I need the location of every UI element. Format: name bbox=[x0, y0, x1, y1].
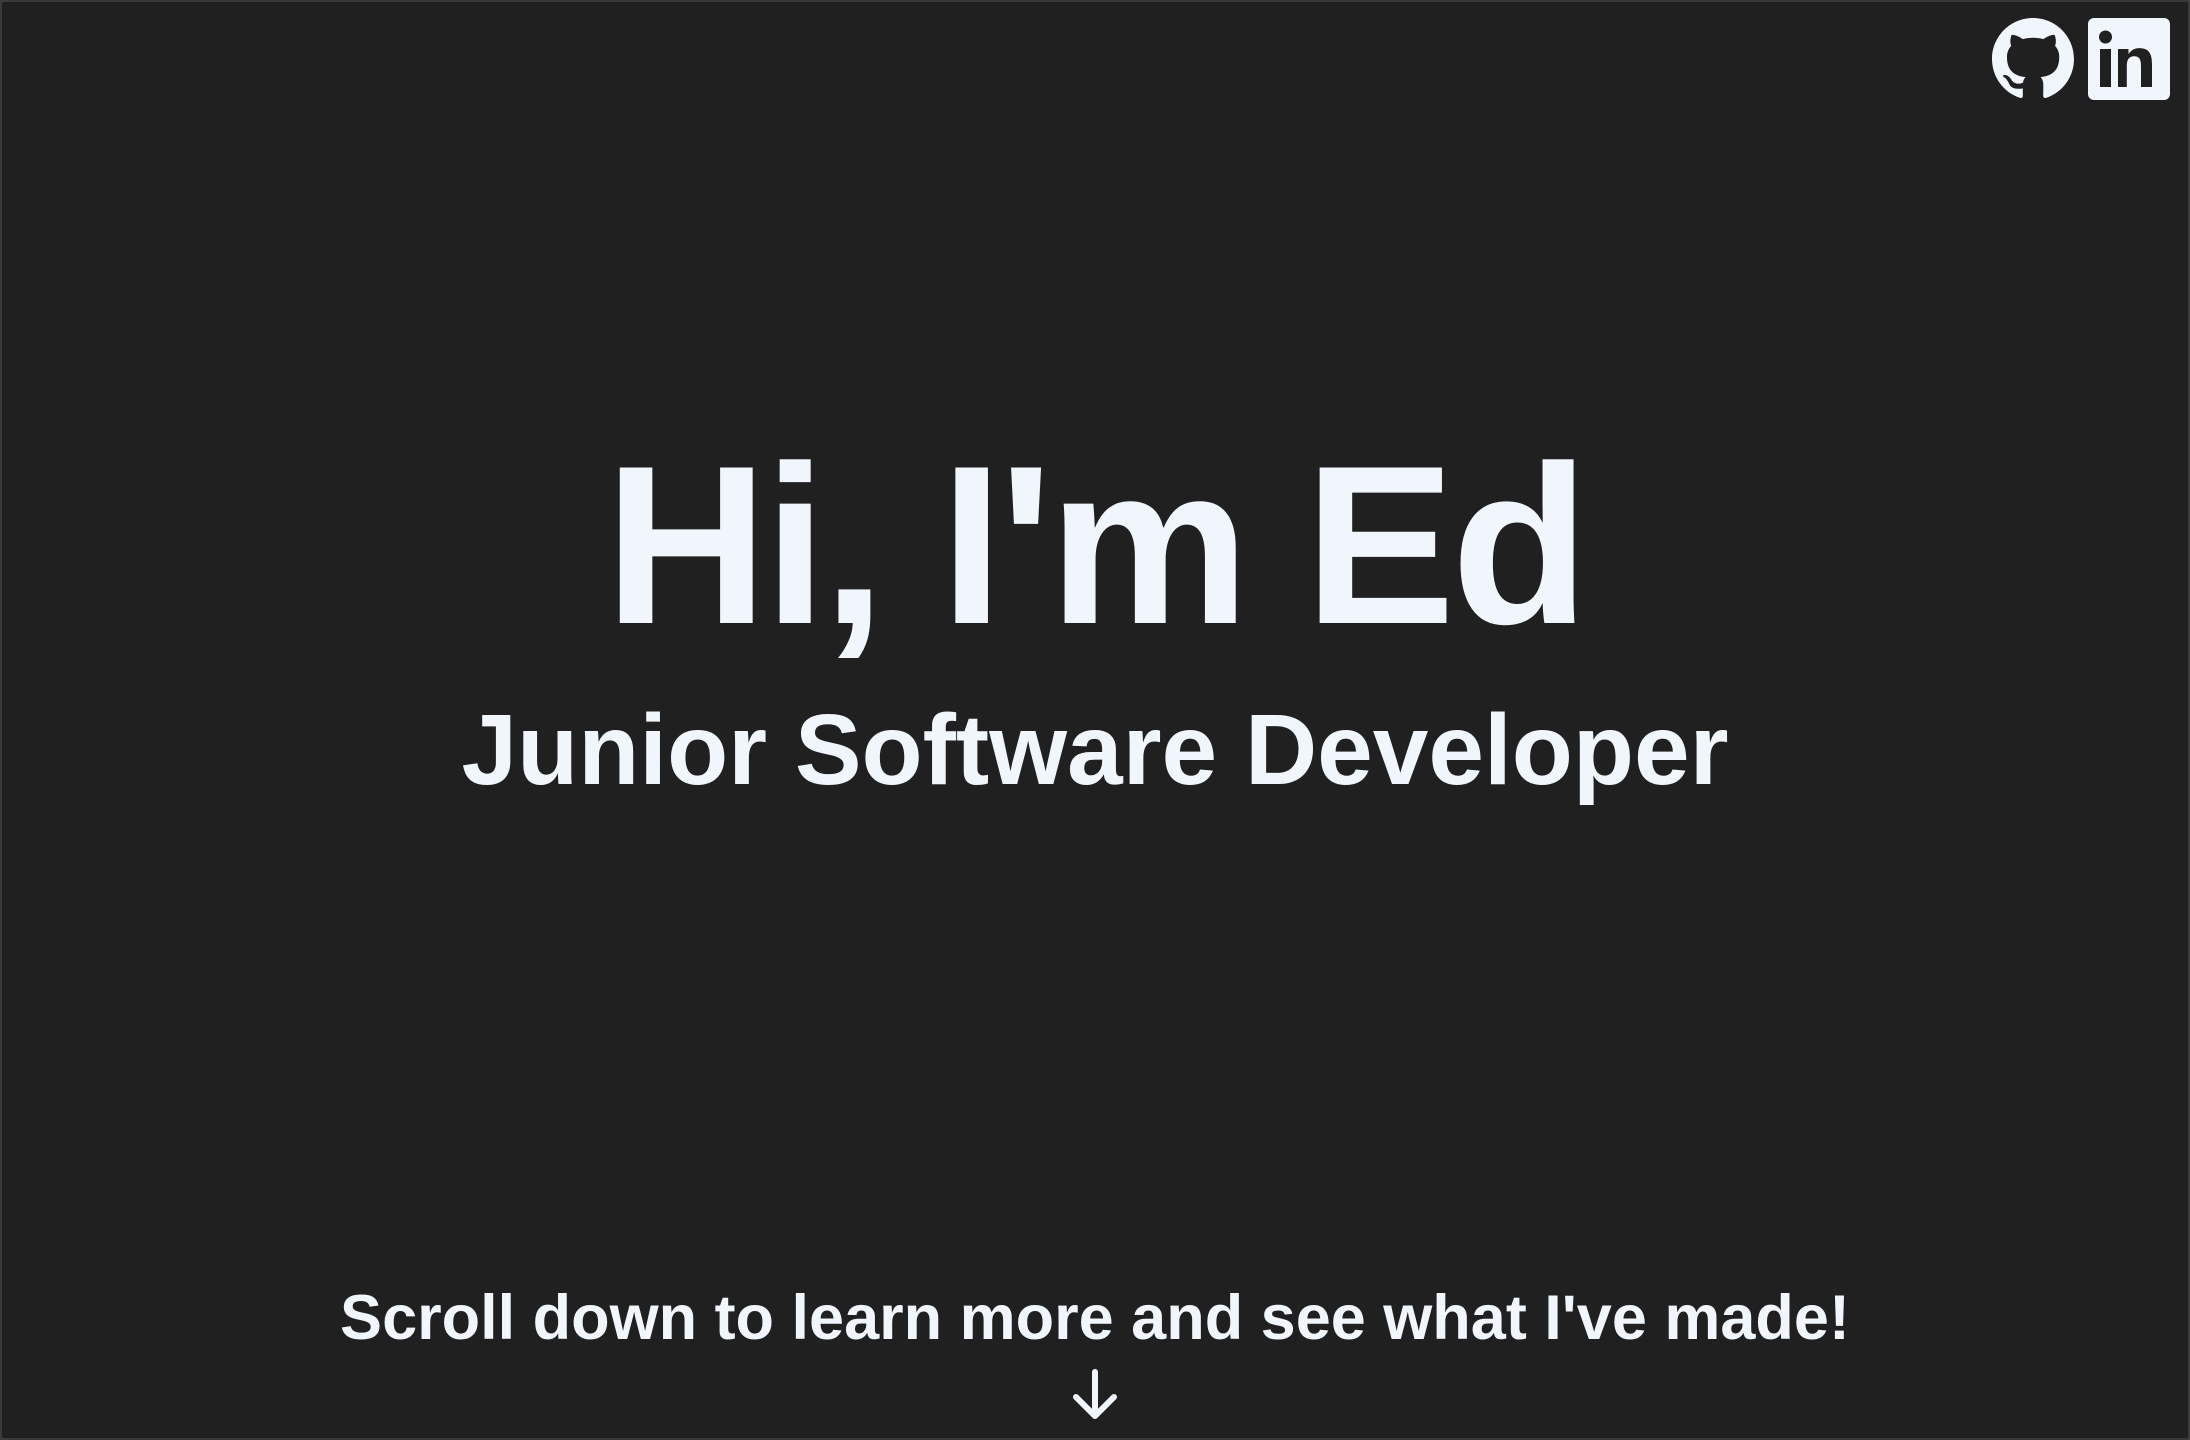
scroll-down-button[interactable] bbox=[1070, 1368, 1120, 1424]
scroll-prompt-text: Scroll down to learn more and see what I… bbox=[340, 1283, 1850, 1353]
landing-page: Hi, I'm Ed Junior Software Developer Scr… bbox=[0, 0, 2190, 1440]
github-icon bbox=[1992, 18, 2074, 98]
hero-title: Hi, I'm Ed bbox=[604, 418, 1590, 671]
hero-section: Hi, I'm Ed Junior Software Developer bbox=[2, 418, 2188, 806]
scroll-prompt: Scroll down to learn more and see what I… bbox=[2, 1287, 2188, 1429]
social-links bbox=[1992, 18, 2170, 100]
hero-subtitle: Junior Software Developer bbox=[461, 694, 1729, 806]
linkedin-link[interactable] bbox=[2088, 18, 2170, 100]
arrow-down-icon bbox=[1073, 1369, 1117, 1419]
github-link[interactable] bbox=[1992, 18, 2074, 100]
linkedin-icon bbox=[2088, 18, 2170, 100]
